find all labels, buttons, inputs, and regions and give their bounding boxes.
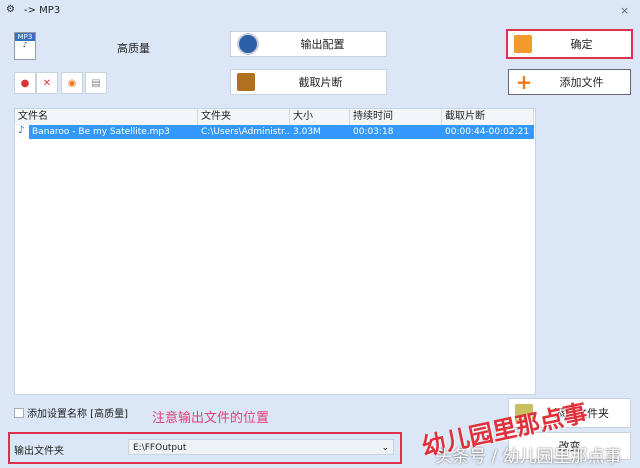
cell-folder: C:\Users\Administr...	[198, 125, 290, 139]
header-duration[interactable]: 持续时间	[350, 109, 442, 125]
header-filename[interactable]: 文件名	[15, 109, 198, 125]
checkbox[interactable]	[14, 407, 24, 418]
output-folder-row: 输出文件夹 E:\FFOutput ⌄	[8, 432, 402, 464]
play-icon[interactable]: ◉	[61, 72, 83, 94]
title-bar: ⚙ -> MP3 ×	[0, 0, 640, 22]
app-icon: ⚙	[6, 4, 15, 15]
window-title: -> MP3	[24, 5, 61, 16]
output-config-button[interactable]: 输出配置	[230, 31, 387, 57]
film-icon	[237, 73, 255, 91]
cell-duration: 00:03:18	[350, 125, 442, 139]
annotation-text: 注意输出文件的位置	[152, 411, 270, 426]
clear-icon[interactable]: ✕	[36, 72, 58, 94]
header-folder[interactable]: 文件夹	[198, 109, 290, 125]
cell-filename: Banaroo - Be my Satellite.mp3	[29, 125, 198, 139]
cell-size: 3.03M	[290, 125, 350, 139]
header-size[interactable]: 大小	[290, 109, 350, 125]
plus-icon: +	[515, 70, 533, 94]
ok-button[interactable]: 确定	[506, 29, 633, 59]
watermark-source: 头条号 / 幼儿园里那点事	[435, 447, 622, 467]
quality-label: 高质量	[117, 42, 150, 55]
remove-icon[interactable]: ●	[14, 72, 36, 94]
output-folder-select[interactable]: E:\FFOutput ⌄	[128, 439, 394, 455]
arrow-right-icon	[514, 35, 532, 53]
config-icon	[237, 33, 259, 55]
mp3-file-icon: MP3 ♪	[14, 32, 36, 60]
chevron-down-icon: ⌄	[381, 443, 389, 453]
cell-clip: 00:00:44-00:02:21	[442, 125, 534, 139]
audio-file-icon: ♪	[18, 125, 25, 136]
close-icon[interactable]: ×	[620, 4, 629, 17]
info-icon[interactable]: ▤	[85, 72, 107, 94]
add-setting-name-option[interactable]: 添加设置名称 [高质量]	[14, 405, 128, 420]
output-folder-label: 输出文件夹	[14, 446, 64, 457]
checkbox-label: 添加设置名称 [高质量]	[27, 409, 128, 420]
header-clip[interactable]: 截取片断	[442, 109, 534, 125]
add-file-button[interactable]: + 添加文件	[508, 69, 631, 95]
clip-button[interactable]: 截取片断	[230, 69, 387, 95]
output-folder-value: E:\FFOutput	[133, 443, 187, 453]
file-table[interactable]: 文件名 文件夹 大小 持续时间 截取片断 ♪ Banaroo - Be my S…	[14, 108, 536, 395]
